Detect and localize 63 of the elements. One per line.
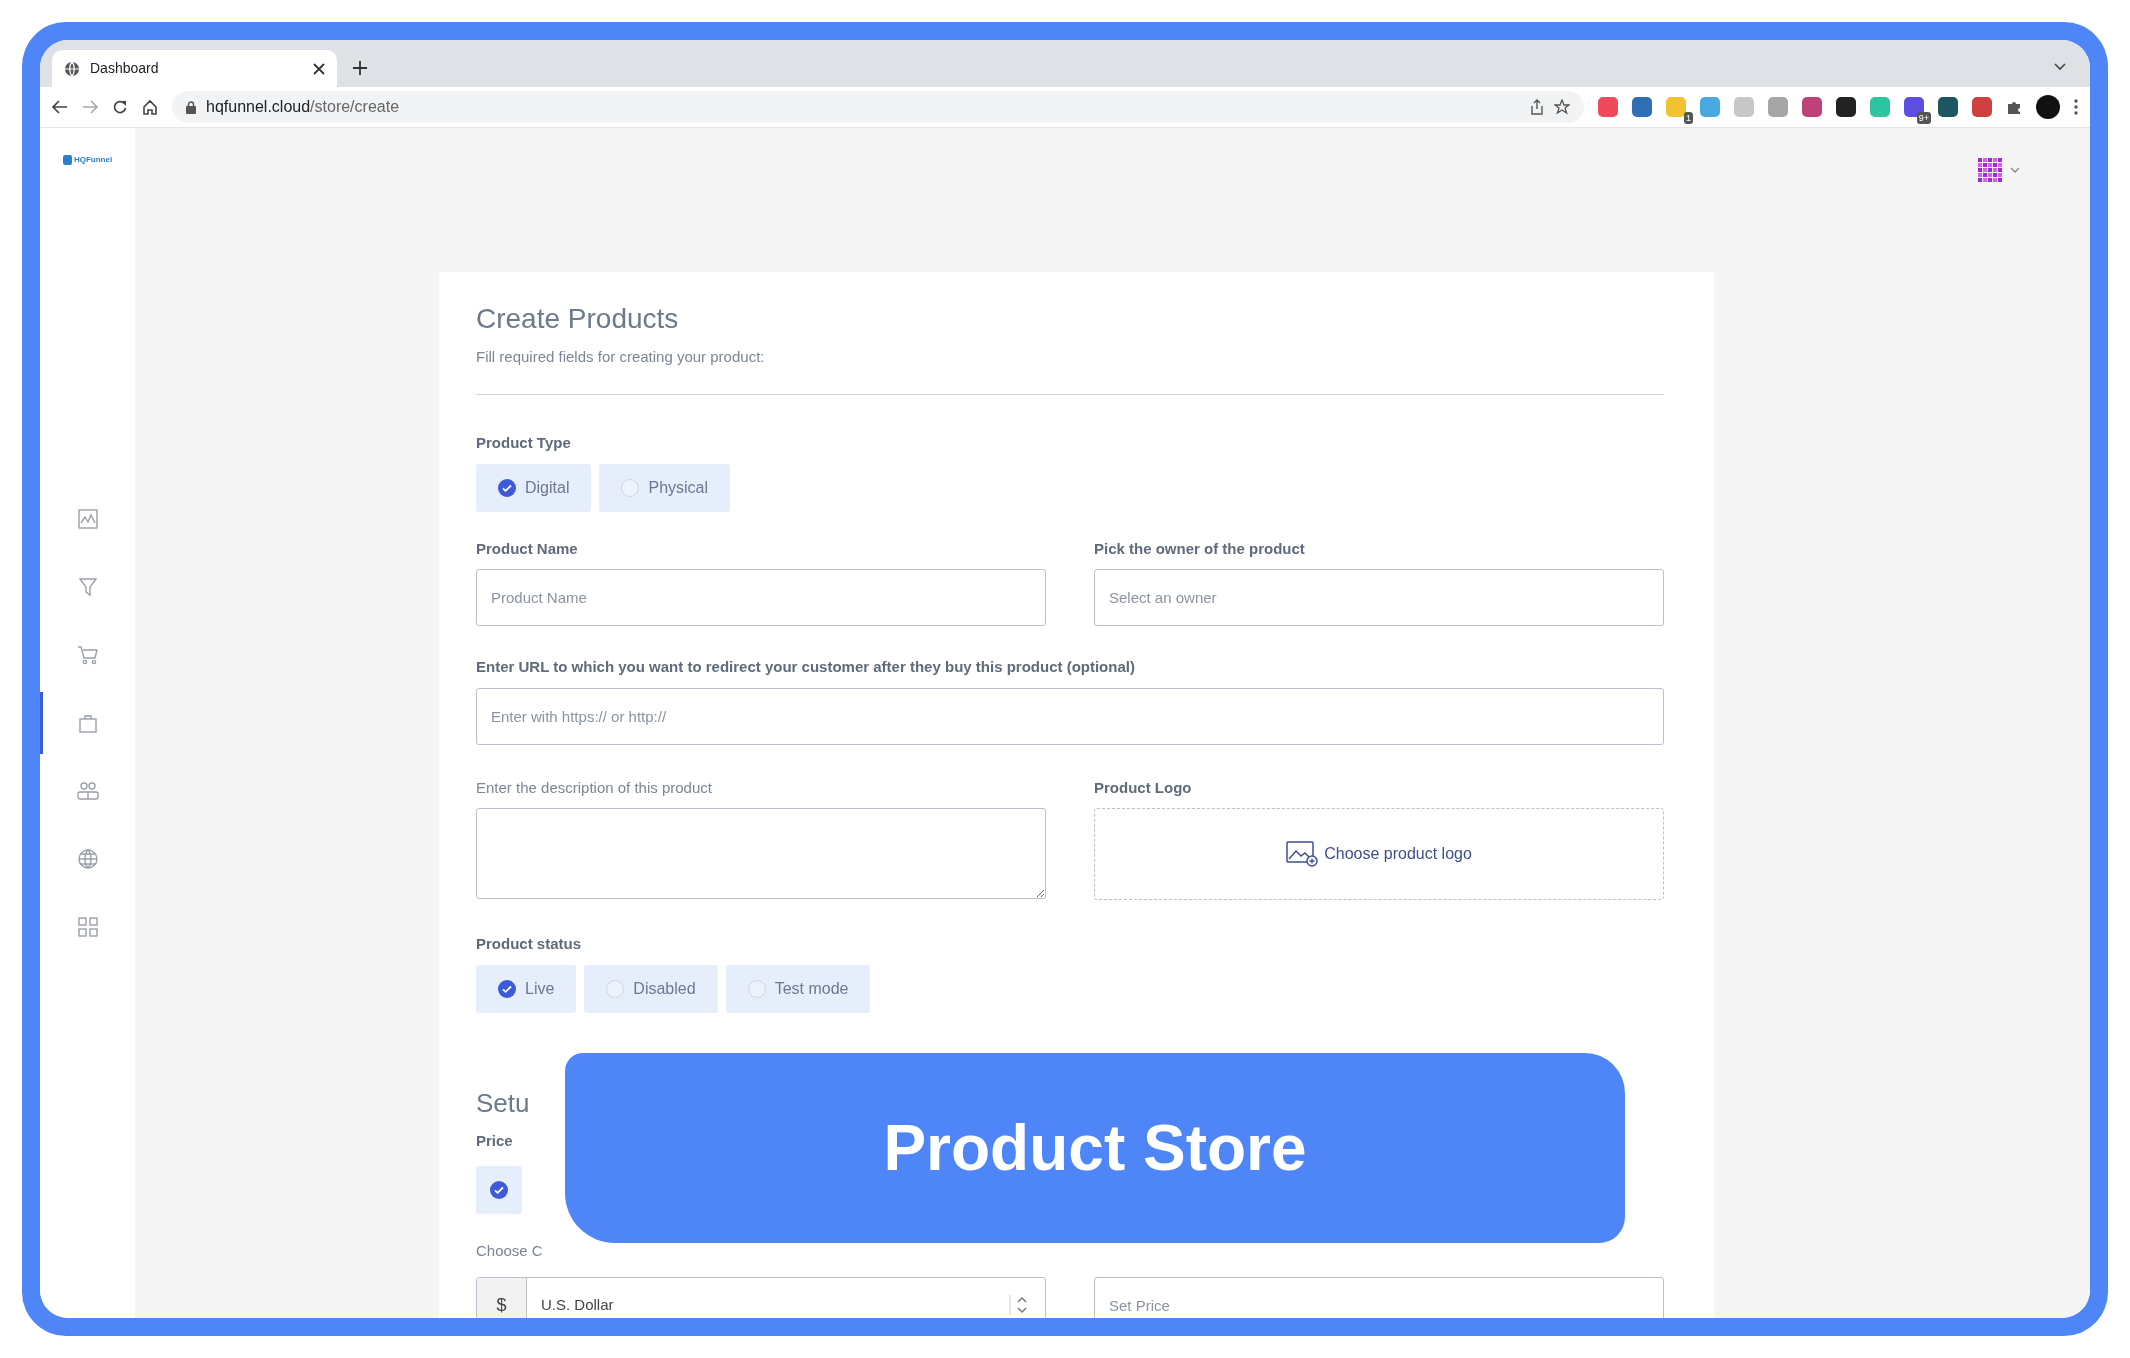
funnel-icon [76,576,99,598]
owner-select[interactable]: Select an owner [1094,569,1664,627]
field-label: Product Name [476,538,578,559]
chevron-down-icon[interactable] [2054,63,2066,71]
option-button[interactable] [476,1166,522,1215]
puzzle-icon[interactable] [2006,99,2022,115]
product-name-field[interactable]: Product Name [476,569,1046,627]
avatar-icon[interactable] [1978,158,2002,182]
option-button[interactable]: Live [476,964,577,1013]
extension-badge: 9+ [1916,112,1931,124]
chart-icon [76,508,99,530]
price-field[interactable]: Set Price [1094,1276,1664,1318]
back-arrow-icon[interactable] [52,100,68,114]
option-button[interactable]: Physical [599,463,731,512]
extension-badge: 1 [1684,112,1693,124]
option-button[interactable]: Test mode [725,964,871,1013]
apps-icon [76,916,99,938]
cart-icon [76,644,99,666]
field-label: Enter URL to which you want to redirect your customer after they buy this product (optional) [476,657,1135,678]
lock-icon [186,100,196,114]
globe-icon [76,848,99,870]
choose-logo-button[interactable]: Choose product logo [1286,841,1472,868]
description-field[interactable] [476,808,1046,900]
image-upload-icon [1286,841,1319,868]
tab-title: Dashboard [90,59,160,78]
currency-select[interactable]: $ U.S. Dollar [476,1276,1046,1318]
field-label: Choose C [476,1241,543,1262]
logo-text: HQFunnel [73,154,113,166]
new-tab-icon[interactable] [353,61,367,75]
reload-icon[interactable] [112,99,128,115]
extension-icon[interactable] [1938,97,1958,117]
section-heading: Setu [476,1089,531,1116]
address-bar[interactable]: hqfunnel.cloud/store/create [172,91,1584,123]
option-button[interactable]: Disabled [584,964,718,1013]
share-icon[interactable] [1530,99,1544,115]
url-text: hqfunnel.cloud/store/create [206,97,400,117]
star-icon[interactable] [1554,99,1570,115]
selected-currency: U.S. Dollar [541,1294,614,1315]
browser-tab[interactable]: Dashboard [52,50,337,87]
users-icon [76,780,99,802]
logo-icon [62,155,72,165]
logo-drop-zone[interactable]: Choose product logo [1094,808,1664,901]
page-title: Create Products [476,302,680,336]
close-icon[interactable] [313,62,325,75]
field-label: Enter the description of this product [476,777,712,798]
extension-icon[interactable] [1836,97,1856,117]
banner-title: Product Store [883,1111,1307,1186]
currency-symbol: $ [477,1277,527,1318]
field-label: Pick the owner of the product [1094,538,1305,559]
profile-avatar-icon[interactable] [2036,95,2060,119]
page-subtitle: Fill required fields for creating your product: [476,346,766,367]
option-button[interactable]: Digital [476,463,592,512]
caret-icon[interactable] [2010,167,2020,173]
globe-icon [64,60,80,77]
extension-icon[interactable] [1904,97,1924,117]
shopping-bag-icon [76,712,99,734]
more-vertical-icon[interactable] [2074,99,2078,115]
field-label: Product status [476,934,581,955]
url-field[interactable]: Enter with https:// or http:// [476,687,1664,745]
field-label: Price [476,1130,513,1151]
field-label: Product Type [476,433,571,454]
home-icon[interactable] [142,99,158,115]
field-label: Product Logo [1094,777,1192,798]
